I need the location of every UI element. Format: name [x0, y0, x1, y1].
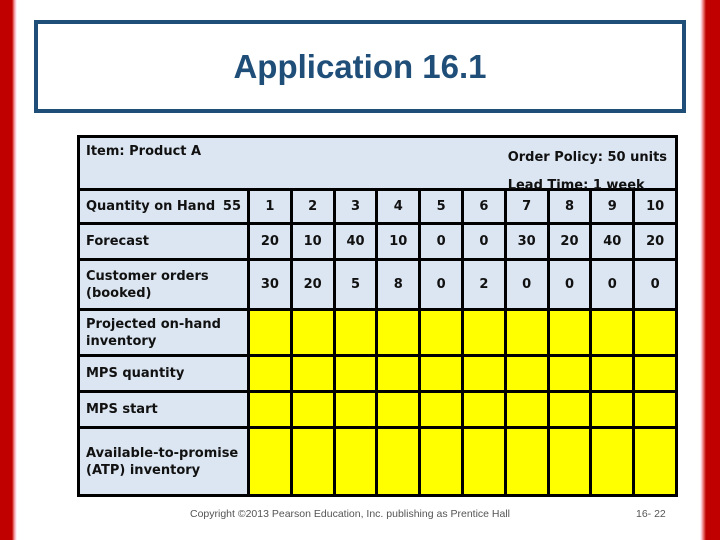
input-cell[interactable] [289, 354, 336, 393]
forecast-cell: 10 [375, 222, 422, 261]
orders-cell: 30 [247, 258, 293, 311]
orders-cell: 0 [418, 258, 464, 311]
forecast-cell: 20 [546, 222, 593, 261]
input-cell[interactable] [632, 426, 679, 497]
forecast-cell: 40 [589, 222, 636, 261]
row-label: Available-to-promise (ATP) inventory [77, 426, 250, 497]
row-label: Projected on-hand inventory [77, 308, 250, 357]
lead-time: Lead Time: 1 week [507, 178, 645, 193]
table-header: Item: Product A Order Policy: 50 units L… [76, 135, 679, 193]
week-cell: 5 [418, 188, 464, 225]
week-cell: 6 [460, 188, 507, 225]
input-cell[interactable] [589, 390, 636, 429]
input-cell[interactable] [332, 354, 379, 393]
input-cell[interactable] [546, 354, 593, 393]
orders-cell: 0 [503, 258, 550, 311]
input-cell[interactable] [460, 390, 507, 429]
input-cell[interactable] [375, 308, 422, 357]
input-cell[interactable] [332, 390, 379, 429]
qoh-value: 55 [222, 199, 241, 214]
input-cell[interactable] [460, 354, 507, 393]
policy-block: Order Policy: 50 units Lead Time: 1 week [508, 144, 667, 200]
forecast-cell: 30 [503, 222, 550, 261]
input-cell[interactable] [632, 308, 679, 357]
week-cell: 4 [375, 188, 422, 225]
input-cell[interactable] [589, 308, 636, 357]
input-cell[interactable] [503, 308, 550, 357]
input-cell[interactable] [503, 390, 550, 429]
input-cell[interactable] [546, 426, 593, 497]
mps-quantity-row: MPS quantity [77, 354, 679, 393]
qoh-cell: Quantity on Hand 55 [77, 188, 250, 225]
input-cell[interactable] [247, 390, 293, 429]
row-label: MPS quantity [77, 354, 250, 393]
orders-cell: 20 [289, 258, 336, 311]
week-cell: 1 [247, 188, 293, 225]
forecast-cell: 20 [632, 222, 679, 261]
projected-on-hand-row: Projected on-hand inventory [77, 308, 679, 357]
table-header-row: Item: Product A Order Policy: 50 units L… [76, 135, 679, 193]
orders-cell: 8 [375, 258, 422, 311]
input-cell[interactable] [375, 354, 422, 393]
week-cell: 2 [289, 188, 336, 225]
input-cell[interactable] [247, 354, 293, 393]
slide-title: Application 16.1 [233, 47, 487, 85]
item-label: Item: Product A [86, 144, 202, 159]
row-label: MPS start [77, 390, 250, 429]
input-cell[interactable] [418, 426, 464, 497]
input-cell[interactable] [418, 354, 464, 393]
orders-cell: 0 [546, 258, 593, 311]
orders-cell: 5 [332, 258, 379, 311]
customer-orders-row: Customer orders (booked) 30 20 5 8 0 2 0… [77, 258, 679, 311]
input-cell[interactable] [247, 308, 293, 357]
mps-table: Item: Product A Order Policy: 50 units L… [76, 135, 679, 497]
qoh-label: Quantity on Hand [86, 199, 216, 214]
order-policy: Order Policy: 50 units [507, 150, 668, 165]
input-cell[interactable] [332, 308, 379, 357]
input-cell[interactable] [460, 426, 507, 497]
week-cell: 3 [332, 188, 379, 225]
forecast-cell: 20 [247, 222, 293, 261]
input-cell[interactable] [332, 426, 379, 497]
input-cell[interactable] [589, 354, 636, 393]
orders-cell: 2 [460, 258, 507, 311]
left-red-border [0, 0, 17, 540]
forecast-cell: 0 [460, 222, 507, 261]
row-label: Forecast [77, 222, 250, 261]
mps-start-row: MPS start [77, 390, 679, 429]
input-cell[interactable] [632, 390, 679, 429]
right-red-border [700, 0, 720, 540]
input-cell[interactable] [589, 426, 636, 497]
forecast-cell: 40 [332, 222, 379, 261]
forecast-cell: 0 [418, 222, 464, 261]
row-label: Customer orders (booked) [77, 258, 250, 311]
input-cell[interactable] [503, 354, 550, 393]
input-cell[interactable] [375, 390, 422, 429]
input-cell[interactable] [289, 426, 336, 497]
footer-copyright: Copyright ©2013 Pearson Education, Inc. … [190, 508, 511, 520]
input-cell[interactable] [546, 308, 593, 357]
page-number: 16- 22 [636, 508, 666, 520]
input-cell[interactable] [247, 426, 293, 497]
input-cell[interactable] [375, 426, 422, 497]
input-cell[interactable] [289, 390, 336, 429]
input-cell[interactable] [418, 308, 464, 357]
title-box: Application 16.1 [34, 20, 686, 113]
input-cell[interactable] [632, 354, 679, 393]
input-cell[interactable] [418, 390, 464, 429]
atp-row: Available-to-promise (ATP) inventory [77, 426, 679, 497]
input-cell[interactable] [503, 426, 550, 497]
input-cell[interactable] [546, 390, 593, 429]
orders-cell: 0 [589, 258, 636, 311]
orders-cell: 0 [632, 258, 679, 311]
forecast-cell: 10 [289, 222, 336, 261]
forecast-row: Forecast 20 10 40 10 0 0 30 20 40 20 [77, 222, 679, 261]
input-cell[interactable] [460, 308, 507, 357]
input-cell[interactable] [289, 308, 336, 357]
